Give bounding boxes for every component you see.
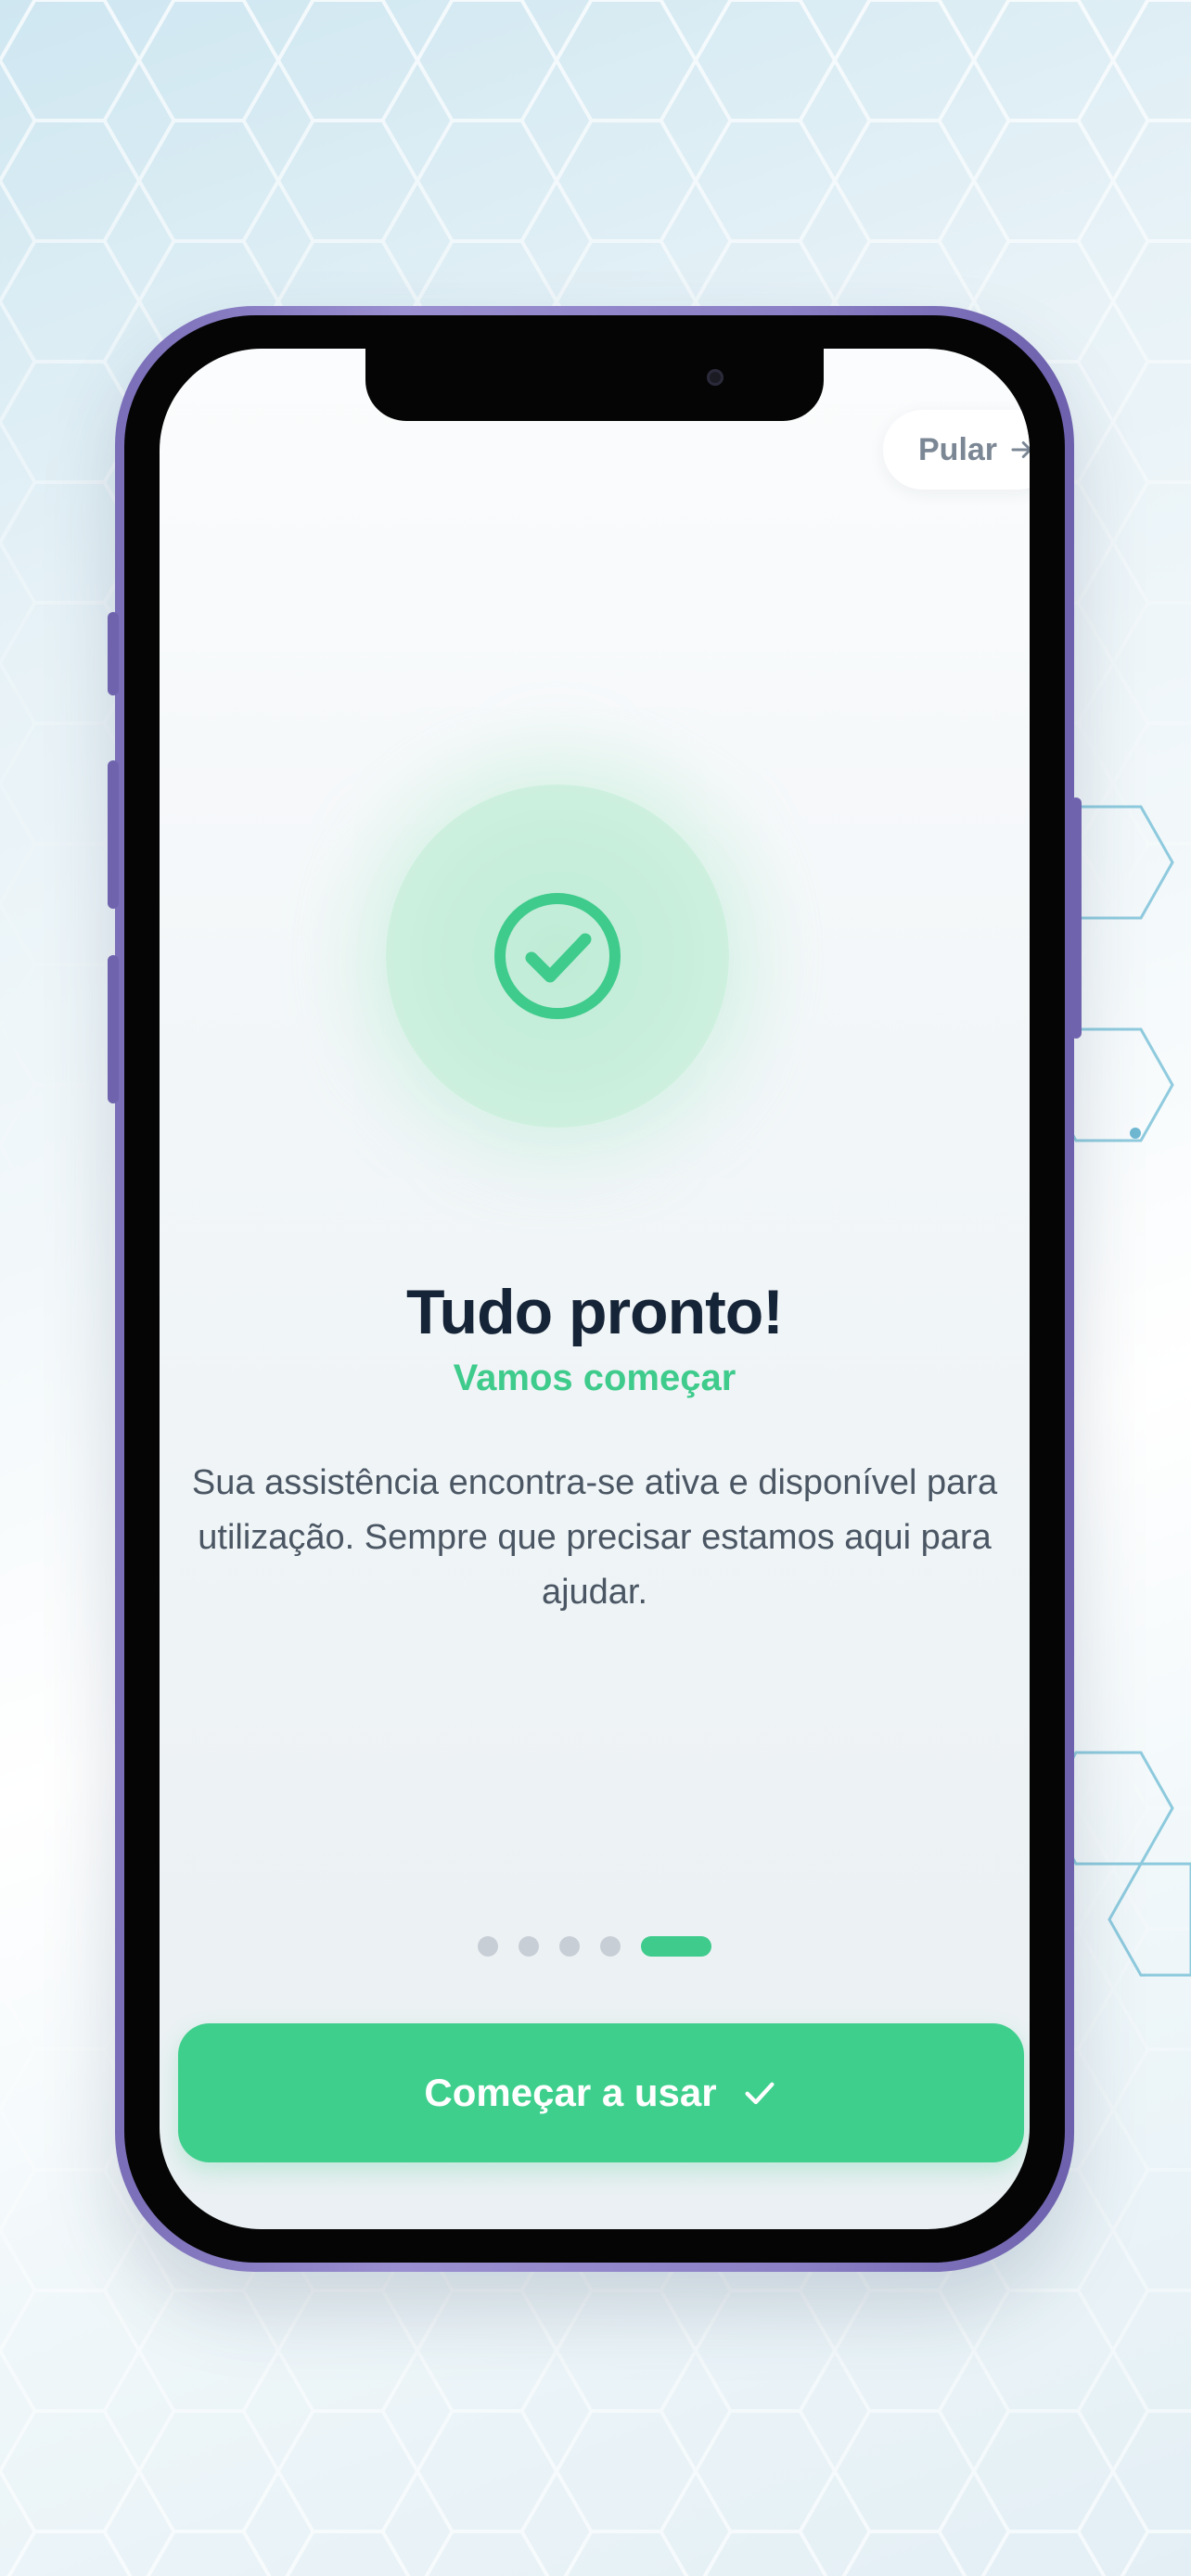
arrow-right-icon: [1011, 441, 1030, 458]
skip-label: Pular: [918, 431, 998, 467]
page-description: Sua assistência encontra-se ativa e disp…: [191, 1463, 998, 1612]
pagination-dot[interactable]: [600, 1936, 621, 1957]
onboarding-screen: Pular Tudo pronto! Vamos começar Sua ass…: [160, 349, 1030, 2229]
page-title: Tudo pronto!: [406, 1277, 784, 1347]
start-using-label: Começar a usar: [424, 2071, 717, 2114]
start-using-button[interactable]: Começar a usar: [178, 2023, 1024, 2162]
pagination-dot[interactable]: [559, 1936, 580, 1957]
app-screenshot: Pular Tudo pronto! Vamos começar Sua ass…: [0, 0, 1191, 2576]
phone-volume-down: [108, 955, 119, 1103]
skip-button[interactable]: Pular: [883, 410, 1030, 490]
check-circle-icon: [494, 893, 621, 1019]
page-subtitle: Vamos começar: [453, 1358, 736, 1398]
phone-power-button: [1070, 797, 1082, 1039]
checkmark-icon: [745, 2082, 775, 2105]
front-camera-icon: [707, 369, 724, 386]
phone-frame: Pular Tudo pronto! Vamos começar Sua ass…: [108, 306, 1082, 2272]
phone-volume-up: [108, 760, 119, 909]
pagination-dots: [160, 1936, 1030, 1957]
pagination-dot-active[interactable]: [641, 1936, 711, 1957]
pagination-dot[interactable]: [519, 1936, 539, 1957]
phone-silent-switch: [108, 612, 119, 695]
pagination-dot[interactable]: [478, 1936, 498, 1957]
phone-bezel: Pular Tudo pronto! Vamos começar Sua ass…: [124, 315, 1065, 2263]
phone-notch: [365, 349, 824, 421]
success-illustration: [386, 784, 729, 1128]
